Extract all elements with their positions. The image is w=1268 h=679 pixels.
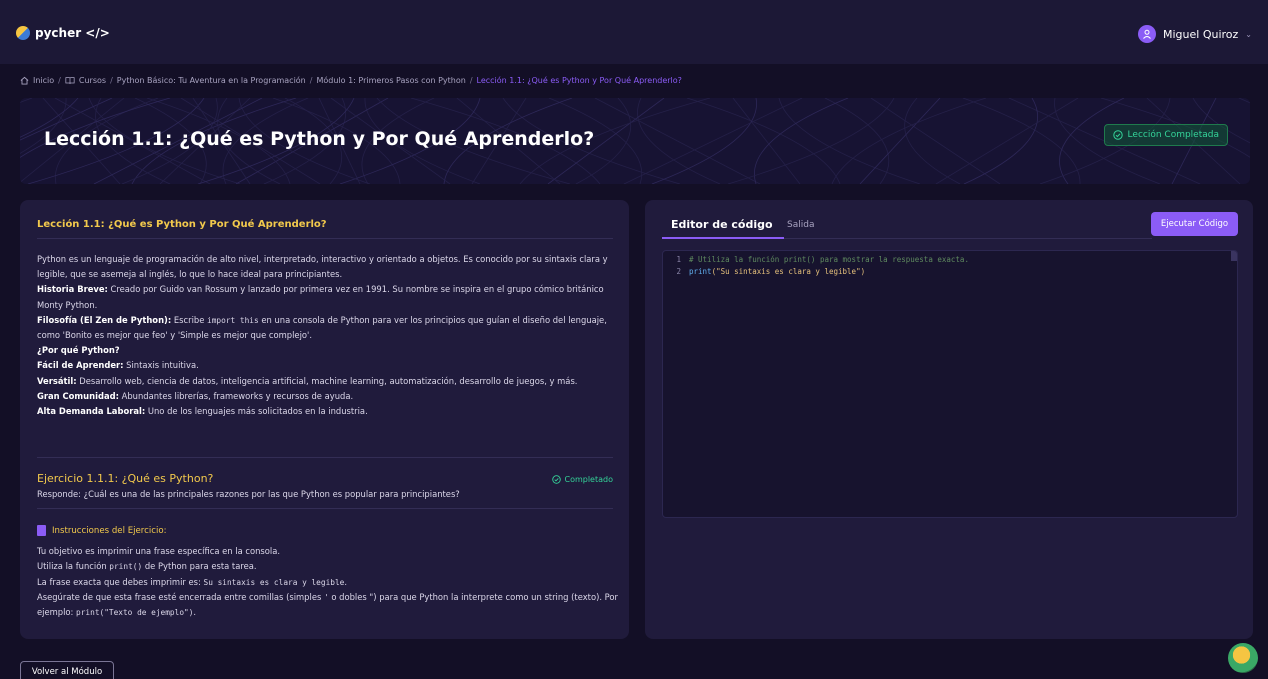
lesson-philosophy: Filosofía (El Zen de Python): Escribe im… — [37, 313, 621, 343]
chevron-down-icon: ⌄ — [1245, 29, 1252, 39]
breadcrumb: Inicio / Cursos / Python Básico: Tu Aven… — [20, 76, 682, 85]
check-circle-icon — [1112, 130, 1123, 140]
divider — [37, 238, 613, 239]
lesson-hero-banner: Lección 1.1: ¿Qué es Python y Por Qué Ap… — [20, 98, 1250, 184]
run-code-button[interactable]: Ejecutar Código — [1151, 212, 1238, 236]
code-args: ("Su sintaxis es clara y legible") — [711, 267, 866, 276]
document-icon — [37, 525, 46, 536]
lesson-completed-label: Lección Completada — [1127, 130, 1219, 140]
versatile-text: Desarrollo web, ciencia de datos, inteli… — [76, 375, 578, 386]
user-name: Miguel Quiroz — [1163, 27, 1239, 41]
book-icon — [65, 77, 75, 84]
instruction-line: Utiliza la función print() de Python par… — [37, 559, 627, 574]
history-text: Creado por Guido van Rossum y lanzado po… — [37, 284, 604, 310]
community-text: Abundantes librerías, frameworks y recur… — [118, 390, 354, 401]
lesson-title: Lección 1.1: ¿Qué es Python y Por Qué Ap… — [37, 219, 327, 230]
divider — [37, 508, 613, 509]
lesson-completed-badge: Lección Completada — [1103, 124, 1228, 146]
lesson-intro: Python es un lenguaje de programación de… — [37, 254, 608, 280]
code-panel: Editor de código Salida Ejecutar Código … — [645, 200, 1253, 639]
tab-output[interactable]: Salida — [787, 220, 814, 230]
line-number: 1 — [676, 255, 681, 264]
instruction-text: Asegúrate de que esta frase esté encerra… — [37, 591, 325, 602]
breadcrumb-separator: / — [58, 76, 61, 85]
exercise-title: Ejercicio 1.1.1: ¿Qué es Python? — [37, 472, 214, 485]
lesson-community: Gran Comunidad: Abundantes librerías, fr… — [37, 389, 621, 404]
breadcrumb-home[interactable]: Inicio — [33, 76, 54, 85]
inline-code: Su sintaxis es clara y legible — [203, 577, 345, 587]
assistant-avatar-icon[interactable] — [1228, 643, 1258, 673]
line-number: 2 — [676, 267, 681, 276]
history-label: Historia Breve: — [37, 284, 108, 295]
inline-code: import this — [207, 315, 259, 325]
philosophy-label: Filosofía (El Zen de Python): — [37, 314, 172, 325]
breadcrumb-course[interactable]: Python Básico: Tu Aventura en la Program… — [117, 76, 306, 85]
easy-label: Fácil de Aprender: — [37, 360, 124, 371]
exercise-status: Completado — [552, 475, 613, 484]
divider — [37, 457, 613, 458]
home-icon — [20, 76, 29, 85]
lesson-why: ¿Por qué Python? — [37, 343, 621, 358]
active-tab-indicator — [662, 237, 784, 239]
breadcrumb-lesson: Lección 1.1: ¿Qué es Python y Por Qué Ap… — [476, 76, 682, 85]
lesson-demand: Alta Demanda Laboral: Uno de los lenguaj… — [37, 404, 621, 419]
easy-text: Sintaxis intuitiva. — [123, 360, 199, 371]
exercise-question: Responde: ¿Cuál es una de las principale… — [37, 489, 460, 499]
top-navbar: pycher </> Miguel Quiroz ⌄ — [0, 0, 1268, 64]
breadcrumb-module[interactable]: Módulo 1: Primeros Pasos con Python — [316, 76, 465, 85]
breadcrumb-separator: / — [110, 76, 113, 85]
lesson-history: Historia Breve: Creado por Guido van Ros… — [37, 282, 621, 312]
code-function: print — [689, 267, 712, 276]
hero-title: Lección 1.1: ¿Qué es Python y Por Qué Ap… — [44, 128, 595, 150]
lesson-easy: Fácil de Aprender: Sintaxis intuitiva. — [37, 358, 621, 373]
instructions-title: Instrucciones del Ejercicio: — [52, 525, 167, 536]
code-line: 1 # Utiliza la función print() para most… — [663, 254, 969, 266]
lesson-versatile: Versátil: Desarrollo web, ciencia de dat… — [37, 374, 621, 389]
code-line: 2 print ("Su sintaxis es clara y legible"… — [663, 266, 865, 278]
tab-code-editor[interactable]: Editor de código — [671, 218, 773, 231]
inline-code: print() — [109, 562, 143, 572]
demand-text: Uno de los lenguajes más solicitados en … — [145, 406, 368, 417]
user-menu[interactable]: Miguel Quiroz ⌄ — [1138, 25, 1252, 43]
instruction-line: La frase exacta que debes imprimir es: S… — [37, 575, 627, 590]
breadcrumb-courses[interactable]: Cursos — [79, 76, 106, 85]
python-logo-icon — [16, 26, 30, 40]
breadcrumb-separator: / — [469, 76, 473, 85]
app-logo[interactable]: pycher </> — [16, 26, 110, 40]
why-label: ¿Por qué Python? — [37, 345, 120, 356]
instruction-text: de Python para esta tarea. — [142, 561, 257, 572]
instructions-body: Tu objetivo es imprimir una frase especí… — [37, 544, 627, 620]
demand-label: Alta Demanda Laboral: — [37, 406, 146, 417]
instruction-text: La frase exacta que debes imprimir es: — [37, 576, 204, 587]
instruction-text: . — [193, 607, 197, 618]
versatile-label: Versátil: — [37, 375, 77, 386]
code-editor[interactable]: 1 # Utiliza la función print() para most… — [662, 250, 1238, 518]
lesson-panel: Lección 1.1: ¿Qué es Python y Por Qué Ap… — [20, 200, 629, 639]
instructions-heading: Instrucciones del Ejercicio: — [37, 525, 167, 536]
user-avatar-icon — [1138, 25, 1156, 43]
exercise-status-label: Completado — [564, 475, 613, 484]
back-to-module-button[interactable]: Volver al Módulo — [20, 661, 114, 679]
inline-code: print("Texto de ejemplo") — [76, 608, 194, 618]
instruction-text: Utiliza la función — [37, 561, 110, 572]
check-circle-icon — [552, 475, 562, 484]
instruction-line: Asegúrate de que esta frase esté encerra… — [37, 590, 627, 621]
community-label: Gran Comunidad: — [37, 390, 119, 401]
app-name: pycher </> — [35, 26, 110, 40]
editor-scrollbar[interactable] — [1231, 251, 1237, 261]
lesson-body: Python es un lenguaje de programación de… — [37, 252, 621, 419]
instruction-text: . — [344, 576, 348, 587]
code-comment: # Utiliza la función print() para mostra… — [689, 255, 969, 264]
philosophy-text: Escribe — [171, 314, 208, 325]
instruction-line: Tu objetivo es imprimir una frase especí… — [37, 546, 281, 556]
breadcrumb-separator: / — [309, 76, 313, 85]
